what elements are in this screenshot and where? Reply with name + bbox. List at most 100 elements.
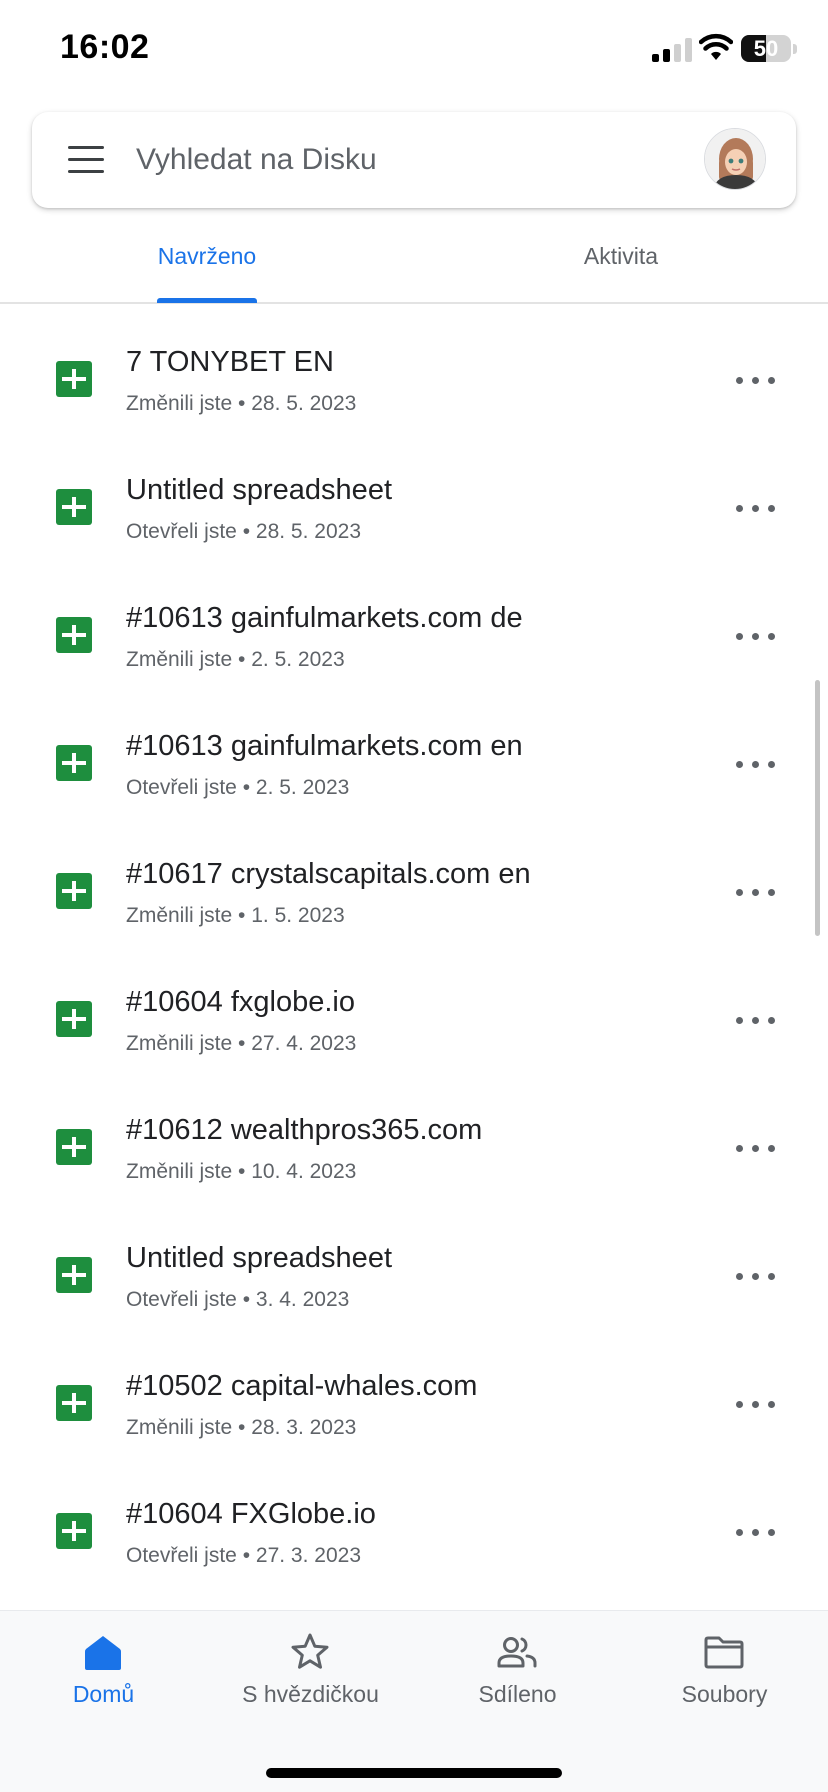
- file-row[interactable]: Untitled spreadsheet Otevřeli jste • 3. 4…: [0, 1212, 828, 1340]
- star-icon: [291, 1633, 329, 1669]
- file-name: #10604 fxglobe.io: [126, 986, 355, 1018]
- meta-separator: •: [232, 904, 252, 927]
- google-sheets-icon: [56, 1001, 92, 1037]
- search-input[interactable]: Vyhledat na Disku: [136, 112, 377, 208]
- file-meta: Otevřeli jste • 3. 4. 2023: [126, 1288, 349, 1312]
- file-action: Otevřeli jste: [126, 1544, 237, 1567]
- file-date: 3. 4. 2023: [255, 1288, 350, 1311]
- active-tab-indicator: [157, 298, 257, 303]
- scrollbar[interactable]: [815, 680, 820, 936]
- file-name: #10612 wealthpros365.com: [126, 1114, 483, 1146]
- home-icon: [85, 1636, 121, 1670]
- file-row[interactable]: #10613 gainfulmarkets.com en Otevřeli jst…: [0, 700, 828, 828]
- nav-files-label: Soubory: [681, 1681, 768, 1707]
- file-date: 1. 5. 2023: [251, 904, 345, 927]
- file-date: 10. 4. 2023: [251, 1160, 357, 1183]
- more-options-icon[interactable]: [730, 872, 782, 912]
- more-options-icon[interactable]: [730, 1256, 782, 1296]
- file-meta: Změnili jste • 28. 3. 2023: [126, 1416, 356, 1440]
- status-time: 16:02: [60, 28, 150, 66]
- more-options-icon[interactable]: [730, 1384, 782, 1424]
- file-action: Změnili jste: [126, 1416, 233, 1439]
- google-sheets-icon: [56, 1385, 92, 1421]
- file-meta: Změnili jste • 1. 5. 2023: [126, 904, 345, 928]
- status-bar: 16:02 50: [0, 0, 828, 100]
- nav-shared[interactable]: Sdíleno: [414, 1611, 621, 1731]
- nav-shared-label: Sdíleno: [478, 1681, 557, 1707]
- account-avatar[interactable]: [704, 128, 766, 190]
- meta-separator: •: [236, 1288, 256, 1311]
- more-options-icon[interactable]: [730, 1512, 782, 1552]
- file-name: #10613 gainfulmarkets.com de: [126, 602, 523, 634]
- tab-suggested[interactable]: Navrženo: [0, 216, 414, 302]
- cellular-signal-icon: [652, 38, 692, 62]
- file-name: Untitled spreadsheet: [126, 474, 392, 506]
- meta-separator: •: [232, 1160, 252, 1183]
- file-date: 27. 3. 2023: [255, 1544, 361, 1567]
- meta-separator: •: [232, 1416, 252, 1439]
- tab-bar: Navrženo Aktivita: [0, 216, 828, 304]
- file-row[interactable]: #10502 capital-whales.com Změnili jste • …: [0, 1340, 828, 1468]
- file-date: 28. 5. 2023: [251, 392, 357, 415]
- more-options-icon[interactable]: [730, 1000, 782, 1040]
- nav-starred-label: S hvězdičkou: [242, 1681, 379, 1707]
- avatar-illustration: [705, 129, 765, 189]
- google-sheets-icon: [56, 617, 92, 653]
- google-sheets-icon: [56, 1129, 92, 1165]
- file-name: #10502 capital-whales.com: [126, 1370, 478, 1402]
- file-name: #10613 gainfulmarkets.com en: [126, 730, 523, 762]
- more-options-icon[interactable]: [730, 360, 782, 400]
- file-name: 7 TONYBET EN: [126, 346, 334, 378]
- battery-icon: 50: [741, 35, 791, 62]
- file-row[interactable]: #10617 crystalscapitals.com en Změnili js…: [0, 828, 828, 956]
- google-sheets-icon: [56, 873, 92, 909]
- file-date: 2. 5. 2023: [251, 648, 345, 671]
- nav-home[interactable]: Domů: [0, 1611, 207, 1731]
- file-row[interactable]: 7 TONYBET EN Změnili jste • 28. 5. 2023: [0, 316, 828, 444]
- file-row[interactable]: #10612 wealthpros365.com Změnili jste • 1…: [0, 1084, 828, 1212]
- file-date: 28. 3. 2023: [251, 1416, 357, 1439]
- file-list: 7 TONYBET EN Změnili jste • 28. 5. 2023 Un…: [0, 316, 828, 1596]
- file-row[interactable]: #10604 FXGlobe.io Otevřeli jste • 27. 3. …: [0, 1468, 828, 1596]
- nav-home-label: Domů: [72, 1681, 135, 1707]
- file-name: #10604 FXGlobe.io: [126, 1498, 376, 1530]
- google-sheets-icon: [56, 745, 92, 781]
- people-icon: [497, 1637, 537, 1668]
- file-meta: Změnili jste • 28. 5. 2023: [126, 392, 356, 416]
- file-action: Změnili jste: [126, 1032, 233, 1055]
- hamburger-menu-icon[interactable]: [68, 146, 104, 174]
- meta-separator: •: [236, 520, 256, 543]
- more-options-icon[interactable]: [730, 744, 782, 784]
- meta-separator: •: [232, 648, 252, 671]
- file-meta: Změnili jste • 27. 4. 2023: [126, 1032, 356, 1056]
- file-meta: Změnili jste • 10. 4. 2023: [126, 1160, 356, 1184]
- file-date: 2. 5. 2023: [255, 776, 350, 799]
- file-meta: Otevřeli jste • 2. 5. 2023: [126, 776, 349, 800]
- file-meta: Otevřeli jste • 27. 3. 2023: [126, 1544, 361, 1568]
- nav-starred[interactable]: S hvězdičkou: [207, 1611, 414, 1731]
- google-sheets-icon: [56, 489, 92, 525]
- file-meta: Otevřeli jste • 28. 5. 2023: [126, 520, 361, 544]
- file-meta: Změnili jste • 2. 5. 2023: [126, 648, 345, 672]
- tab-activity[interactable]: Aktivita: [414, 216, 828, 302]
- meta-separator: •: [236, 776, 256, 799]
- battery-level: 50: [753, 36, 779, 61]
- more-options-icon[interactable]: [730, 616, 782, 656]
- more-options-icon[interactable]: [730, 1128, 782, 1168]
- file-row[interactable]: #10613 gainfulmarkets.com de Změnili jste…: [0, 572, 828, 700]
- meta-separator: •: [232, 392, 252, 415]
- file-action: Změnili jste: [126, 1160, 233, 1183]
- google-sheets-icon: [56, 361, 92, 397]
- file-row[interactable]: Untitled spreadsheet Otevřeli jste • 28. …: [0, 444, 828, 572]
- file-row[interactable]: #10604 fxglobe.io Změnili jste • 27. 4. 2…: [0, 956, 828, 1084]
- file-date: 28. 5. 2023: [255, 520, 361, 543]
- file-name: Untitled spreadsheet: [126, 1242, 392, 1274]
- nav-files[interactable]: Soubory: [621, 1611, 828, 1731]
- file-action: Změnili jste: [126, 904, 233, 927]
- file-date: 27. 4. 2023: [251, 1032, 357, 1055]
- search-bar[interactable]: Vyhledat na Disku: [32, 112, 796, 208]
- file-action: Změnili jste: [126, 648, 233, 671]
- google-sheets-icon: [56, 1513, 92, 1549]
- more-options-icon[interactable]: [730, 488, 782, 528]
- file-action: Změnili jste: [126, 392, 233, 415]
